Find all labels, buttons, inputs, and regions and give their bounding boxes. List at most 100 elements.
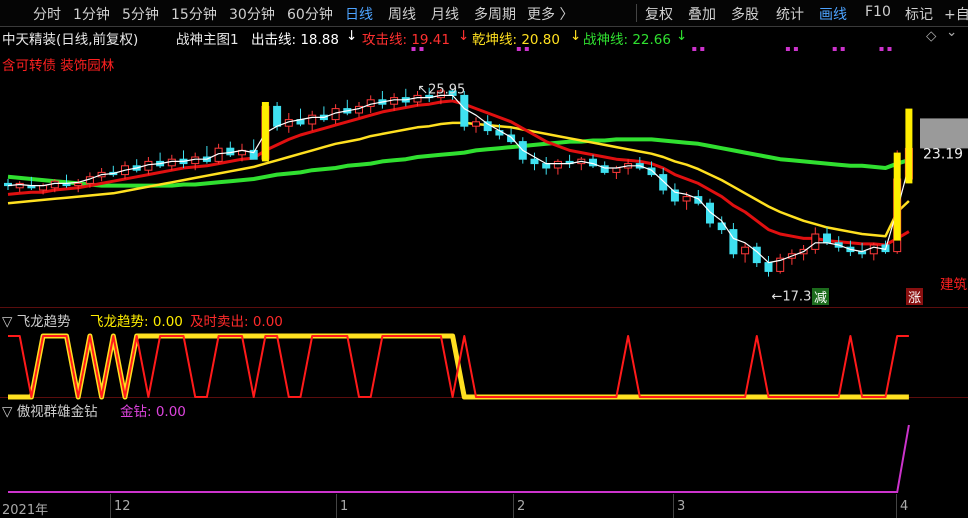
period-tab-15min[interactable]: 15分钟 xyxy=(171,4,217,24)
signal-dot xyxy=(879,47,884,51)
chuji-value-label: 出击线: 18.88 xyxy=(251,32,339,48)
concept-tag-label: 含可转债 装饰园林 xyxy=(2,58,115,74)
candle-body xyxy=(74,182,83,187)
candle-body xyxy=(752,246,761,264)
jishi-line xyxy=(8,335,909,398)
candle-body xyxy=(273,105,282,127)
toolbar-divider xyxy=(636,4,637,22)
candle-body xyxy=(167,158,176,167)
chuji-arrow-icon: ↓ xyxy=(346,28,358,44)
signal-dot xyxy=(832,47,837,51)
period-tab-multi[interactable]: 多周期 xyxy=(474,4,516,24)
signal-dot xyxy=(840,47,845,51)
candle-body xyxy=(226,147,235,156)
candle-body xyxy=(401,97,410,103)
chevron-down-icon[interactable]: ⌄ xyxy=(946,24,957,40)
candle-body xyxy=(39,185,48,191)
candle-body xyxy=(144,160,153,171)
candle-body xyxy=(776,257,785,272)
signal-dot xyxy=(785,47,790,51)
indicator2-name: 傲视群雄金钻 xyxy=(16,404,98,420)
candle-body xyxy=(308,114,317,125)
period-tab-60min[interactable]: 60分钟 xyxy=(287,4,333,24)
last-price-block xyxy=(920,118,968,149)
candle-body xyxy=(121,165,129,176)
duogu-button[interactable]: 多股 xyxy=(731,4,759,24)
stock-name-label: 中天精装(日线,前复权) xyxy=(2,32,139,48)
x-axis-label: 1 xyxy=(340,499,349,514)
candle-body xyxy=(366,99,375,107)
candle-body xyxy=(413,94,422,103)
candle-body xyxy=(156,160,165,167)
kline-chart: 23.19 ↖25.95 ←17.36减 涨 xyxy=(4,47,968,493)
candle-body xyxy=(741,246,750,255)
qiankun-arrow-icon: ↓ xyxy=(570,28,582,44)
candle-body xyxy=(249,149,258,160)
x-axis-tick xyxy=(513,494,514,518)
biaoji-button[interactable]: 标记 xyxy=(905,4,933,24)
huaxian-button[interactable]: 画线 xyxy=(819,4,847,24)
custom-button[interactable]: +自 xyxy=(944,4,968,24)
signal-dot xyxy=(793,47,798,51)
candle-body xyxy=(729,229,738,255)
jishi-value-label: 及时卖出: 0.00 xyxy=(190,314,283,330)
period-tab-week[interactable]: 周线 xyxy=(388,4,416,24)
panel-separator-1 xyxy=(0,307,968,308)
gongji-value-label: 攻击线: 19.41 xyxy=(362,32,450,48)
candle-body xyxy=(284,119,293,127)
candle-body xyxy=(904,147,913,180)
period-tab-day[interactable]: 日线 xyxy=(345,4,373,24)
zhang-badge xyxy=(906,288,923,305)
gongji-arrow-icon: ↓ xyxy=(458,28,470,44)
indicator1-title[interactable]: ▽ 飞龙趋势 xyxy=(2,310,71,330)
candle-body xyxy=(612,167,621,173)
candle-body xyxy=(296,119,305,125)
qiankun-value-label: 乾坤线: 20.80 xyxy=(472,32,560,48)
indicator-name-label[interactable]: 战神主图1 xyxy=(176,28,239,48)
zhanshen-value-label: 战神线: 22.66 xyxy=(583,32,671,48)
candle-body xyxy=(624,163,633,169)
candle-body xyxy=(495,130,504,136)
candle-body xyxy=(846,246,855,253)
diamond-icon[interactable]: ◇ xyxy=(926,28,936,44)
indicator1-name: 飞龙趋势 xyxy=(16,314,71,330)
jinzuan-line xyxy=(8,424,910,493)
period-tab-more[interactable]: 更多 〉 xyxy=(527,4,573,24)
candle-body xyxy=(858,251,867,255)
fuquan-button[interactable]: 复权 xyxy=(645,4,673,24)
candle-body xyxy=(202,156,211,162)
gongji-line xyxy=(7,99,910,247)
period-tab-30min[interactable]: 30分钟 xyxy=(229,4,275,24)
candle-body xyxy=(589,158,597,167)
indicator2-title[interactable]: ▽ 傲视群雄金钻 xyxy=(2,400,98,420)
period-tab-fenshi[interactable]: 分时 xyxy=(33,4,61,24)
candle-body xyxy=(214,147,223,162)
x-axis-label: 2021年 xyxy=(2,503,49,518)
collapse-icon[interactable]: ▽ xyxy=(2,314,12,330)
candle-body xyxy=(670,189,679,202)
qiankun-line xyxy=(7,121,910,238)
candle-body xyxy=(425,94,434,99)
period-tab-month[interactable]: 月线 xyxy=(431,4,459,24)
candle-body xyxy=(4,182,12,187)
candle-body xyxy=(577,158,586,165)
period-tab-1min[interactable]: 1分钟 xyxy=(73,4,110,24)
candle-body xyxy=(659,174,668,191)
candle-body xyxy=(787,253,796,259)
candle-body xyxy=(472,121,480,127)
zhanshen-arrow-icon: ↓ xyxy=(676,28,688,44)
candle-body xyxy=(893,178,902,253)
diejia-button[interactable]: 叠加 xyxy=(688,4,716,24)
tongji-button[interactable]: 统计 xyxy=(776,4,804,24)
f10-button[interactable]: F10 xyxy=(865,4,891,20)
zhang-badge-label: 涨 xyxy=(908,291,921,306)
candle-body xyxy=(179,158,188,165)
signal-dot xyxy=(692,47,697,51)
x-axis-tick xyxy=(110,494,111,518)
signal-dot xyxy=(700,47,705,51)
sector-tag-label: 建筑 xyxy=(940,277,967,293)
candle-body xyxy=(85,176,94,184)
period-tab-5min[interactable]: 5分钟 xyxy=(122,4,159,24)
candle-body xyxy=(553,160,562,169)
collapse-icon[interactable]: ▽ xyxy=(2,404,12,420)
